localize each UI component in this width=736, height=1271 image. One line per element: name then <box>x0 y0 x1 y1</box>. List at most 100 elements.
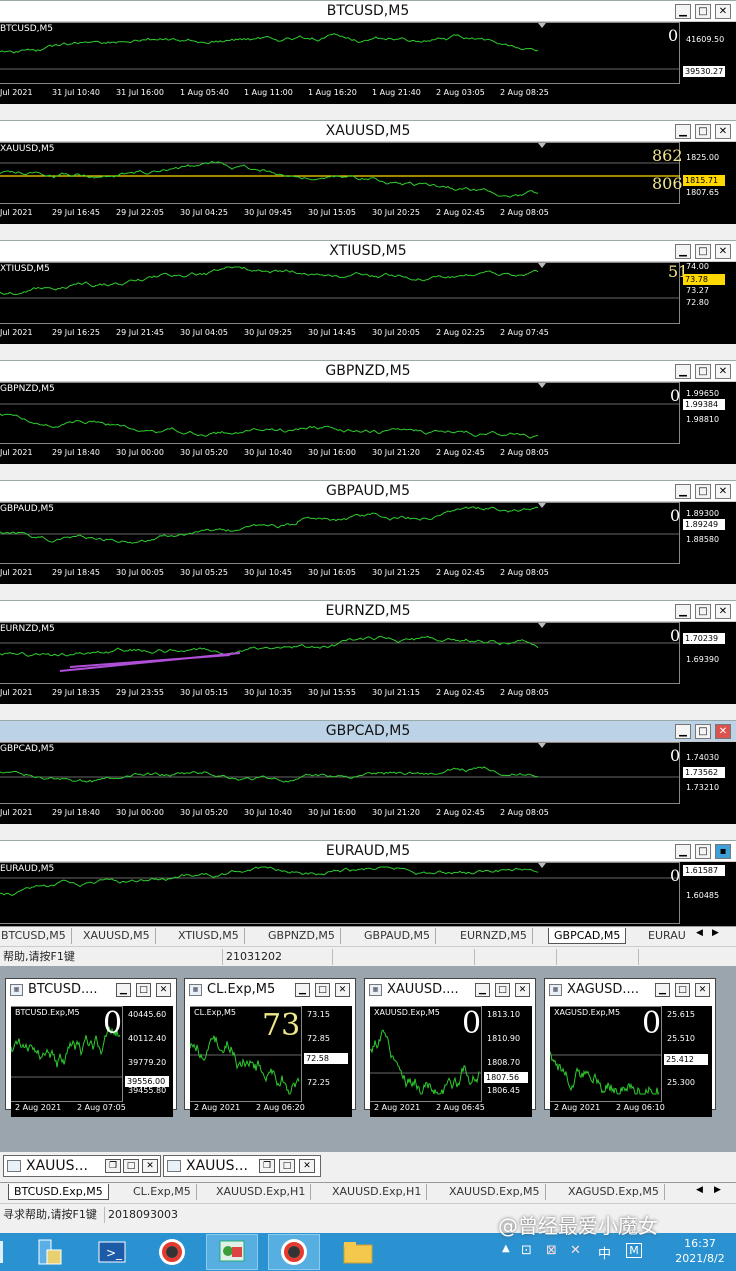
close-button[interactable]: ✕ <box>715 484 731 499</box>
price-chart[interactable]: XTIUSD,M5 51 74.00 73.78 73.27 72.80 Jul 2021… <box>0 262 736 344</box>
time-axis-label: 30 Jul 00:00 <box>116 448 164 457</box>
maximize-button[interactable]: □ <box>695 484 711 499</box>
volume-muted-icon[interactable]: ✕ <box>570 1243 581 1258</box>
close-button[interactable]: ✕ <box>715 124 731 139</box>
system-clock[interactable]: 16:37 2021/8/2 <box>668 1236 732 1266</box>
price-chart[interactable]: GBPAUD,M5 0 1.89300 1.89249 1.88580 Jul 2021… <box>0 502 736 584</box>
mini-price-chart[interactable]: BTCUSD.Exp,M5 0 40445.60 40112.40 39779.20 3… <box>10 1006 173 1117</box>
maximize-button[interactable]: □ <box>279 1159 295 1173</box>
minimize-button[interactable]: ▁ <box>675 4 691 19</box>
powershell-icon[interactable]: >_ <box>86 1236 138 1268</box>
minimize-button[interactable]: ▁ <box>116 983 131 997</box>
close-button[interactable]: ✕ <box>156 983 171 997</box>
tray-expand-icon[interactable]: ▲ <box>502 1243 510 1254</box>
ime-mode-indicator[interactable]: M <box>626 1243 642 1258</box>
tab-xauusd-exp-m5[interactable]: XAUUSD.Exp,M5 <box>444 1184 546 1200</box>
mini-window-titlebar[interactable]: ▦ CL.Exp,M5 ▁ □ ✕ <box>185 979 355 1001</box>
window-titlebar[interactable]: XAUUSD,M5 ▁ □ ✕ <box>0 121 736 142</box>
price-chart[interactable]: GBPCAD,M5 0 1.74030 1.73562 1.73210 Jul 2021… <box>0 742 736 824</box>
trading-terminal-icon-2[interactable] <box>268 1234 320 1270</box>
tab-euraud[interactable]: EURAU <box>643 928 691 944</box>
price-chart[interactable]: BTCUSD,M5 0 41609.50 39530.27 Jul 2021 31 Ju… <box>0 22 736 104</box>
maximize-button[interactable]: □ <box>695 124 711 139</box>
minimize-button[interactable]: ▁ <box>295 983 310 997</box>
app-window-icon[interactable] <box>206 1234 258 1270</box>
maximize-button[interactable]: □ <box>695 364 711 379</box>
network-error-icon[interactable]: ⊠ <box>546 1243 557 1258</box>
mini-price-chart[interactable]: CL.Exp,M5 73 73.15 72.85 72.58 72.25 2 Aug 20… <box>189 1006 352 1117</box>
close-button[interactable]: ✕ <box>715 364 731 379</box>
minimize-button[interactable]: ▁ <box>675 364 691 379</box>
minimize-button[interactable]: ▁ <box>675 604 691 619</box>
window-titlebar[interactable]: XTIUSD,M5 ▁ □ ✕ <box>0 241 736 262</box>
window-titlebar[interactable]: GBPCAD,M5 ▁ □ ✕ <box>0 721 736 742</box>
minimize-button[interactable]: ▁ <box>655 983 670 997</box>
maximize-button[interactable]: □ <box>123 1159 139 1173</box>
mini-price-chart[interactable]: XAUUSD.Exp,M5 0 1813.10 1810.90 1808.70 1807… <box>369 1006 532 1117</box>
maximize-button[interactable]: □ <box>136 983 151 997</box>
maximize-button[interactable]: □ <box>695 844 711 859</box>
tab-xauusd-exp-h1[interactable]: XAUUSD.Exp,H1 <box>211 1184 312 1200</box>
window-titlebar[interactable]: GBPAUD,M5 ▁ □ ✕ <box>0 481 736 502</box>
minimized-window-1[interactable]: XAUUS... ❐ □ ✕ <box>3 1155 161 1177</box>
tab-gbpcad[interactable]: GBPCAD,M5 <box>548 928 627 944</box>
minimize-button[interactable]: ▁ <box>675 844 691 859</box>
window-titlebar[interactable]: BTCUSD,M5 ▁ □ ✕ <box>0 1 736 22</box>
minimize-button[interactable]: ▁ <box>475 983 490 997</box>
close-button[interactable]: ✕ <box>715 724 731 739</box>
ime-indicator[interactable]: 中 <box>598 1243 611 1262</box>
close-button[interactable]: ✕ <box>335 983 350 997</box>
close-button[interactable]: ✕ <box>715 4 731 19</box>
price-chart[interactable]: XAUUSD,M5 862 806 1825.00 1815.71 1807.65 Jul… <box>0 142 736 224</box>
tab-cl-exp-m5[interactable]: CL.Exp,M5 <box>128 1184 197 1200</box>
tab-xtiusd[interactable]: XTIUSD,M5 <box>173 928 245 944</box>
close-button[interactable]: ✕ <box>715 244 731 259</box>
tab-scroll-left-icon[interactable]: ◀ <box>696 1185 703 1195</box>
window-titlebar[interactable]: EURNZD,M5 ▁ □ ✕ <box>0 601 736 622</box>
minimized-window-2[interactable]: XAUUS... ❐ □ ✕ <box>163 1155 321 1177</box>
price-chart[interactable]: EURNZD,M5 0 1.70239 1.69390 Jul 2021 29 Jul … <box>0 622 736 704</box>
close-button[interactable]: ✕ <box>299 1159 315 1173</box>
minimize-button[interactable]: ▁ <box>675 244 691 259</box>
maximize-button[interactable]: □ <box>675 983 690 997</box>
close-button[interactable]: ✕ <box>695 983 710 997</box>
start-button[interactable] <box>0 1236 8 1268</box>
tab-xauusd-exp-h1-2[interactable]: XAUUSD.Exp,H1 <box>327 1184 428 1200</box>
maximize-button[interactable]: □ <box>495 983 510 997</box>
tab-scroll-right-icon[interactable]: ▶ <box>714 1185 721 1195</box>
minimize-button[interactable]: ▁ <box>675 124 691 139</box>
network-icon[interactable]: ⊡ <box>521 1243 532 1258</box>
price-chart[interactable]: GBPNZD,M5 0 1.99650 1.99384 1.98810 Jul 2021… <box>0 382 736 464</box>
restore-button[interactable]: ❐ <box>259 1159 275 1173</box>
window-titlebar[interactable]: GBPNZD,M5 ▁ □ ✕ <box>0 361 736 382</box>
tab-scroll-right-icon[interactable]: ▶ <box>712 928 719 938</box>
tab-scroll-left-icon[interactable]: ◀ <box>696 928 703 938</box>
mini-window-titlebar[interactable]: ▦ XAUUSD.... ▁ □ ✕ <box>365 979 535 1001</box>
restore-button[interactable]: ❐ <box>105 1159 121 1173</box>
file-explorer-icon[interactable] <box>332 1236 384 1268</box>
close-button[interactable]: ✕ <box>515 983 530 997</box>
tab-btcusd-exp-m5[interactable]: BTCUSD.Exp,M5 <box>8 1184 109 1200</box>
mini-window-titlebar[interactable]: ▦ BTCUSD.... ▁ □ ✕ <box>6 979 176 1001</box>
tab-gbpnzd[interactable]: GBPNZD,M5 <box>263 928 341 944</box>
maximize-button[interactable]: □ <box>315 983 330 997</box>
tab-xagusd-exp-m5[interactable]: XAGUSD.Exp,M5 <box>563 1184 665 1200</box>
mini-price-chart[interactable]: XAGUSD.Exp,M5 0 25.615 25.510 25.412 25.300 2… <box>549 1006 712 1117</box>
tab-eurnzd[interactable]: EURNZD,M5 <box>455 928 533 944</box>
server-manager-icon[interactable] <box>22 1236 74 1268</box>
maximize-button[interactable]: □ <box>695 604 711 619</box>
trading-terminal-icon[interactable] <box>146 1236 198 1268</box>
maximize-button[interactable]: □ <box>695 244 711 259</box>
window-titlebar[interactable]: EURAUD,M5 ▁ □ ▪ <box>0 841 736 862</box>
tab-gbpaud[interactable]: GBPAUD,M5 <box>359 928 437 944</box>
tab-xauusd[interactable]: XAUUSD,M5 <box>78 928 156 944</box>
restore-button[interactable]: ▪ <box>715 844 731 859</box>
minimize-button[interactable]: ▁ <box>675 724 691 739</box>
tab-btcusd[interactable]: BTCUSD,M5 <box>0 928 72 944</box>
close-button[interactable]: ✕ <box>715 604 731 619</box>
maximize-button[interactable]: □ <box>695 4 711 19</box>
close-button[interactable]: ✕ <box>142 1159 158 1173</box>
minimize-button[interactable]: ▁ <box>675 484 691 499</box>
mini-window-titlebar[interactable]: ▦ XAGUSD.... ▁ □ ✕ <box>545 979 715 1001</box>
maximize-button[interactable]: □ <box>695 724 711 739</box>
